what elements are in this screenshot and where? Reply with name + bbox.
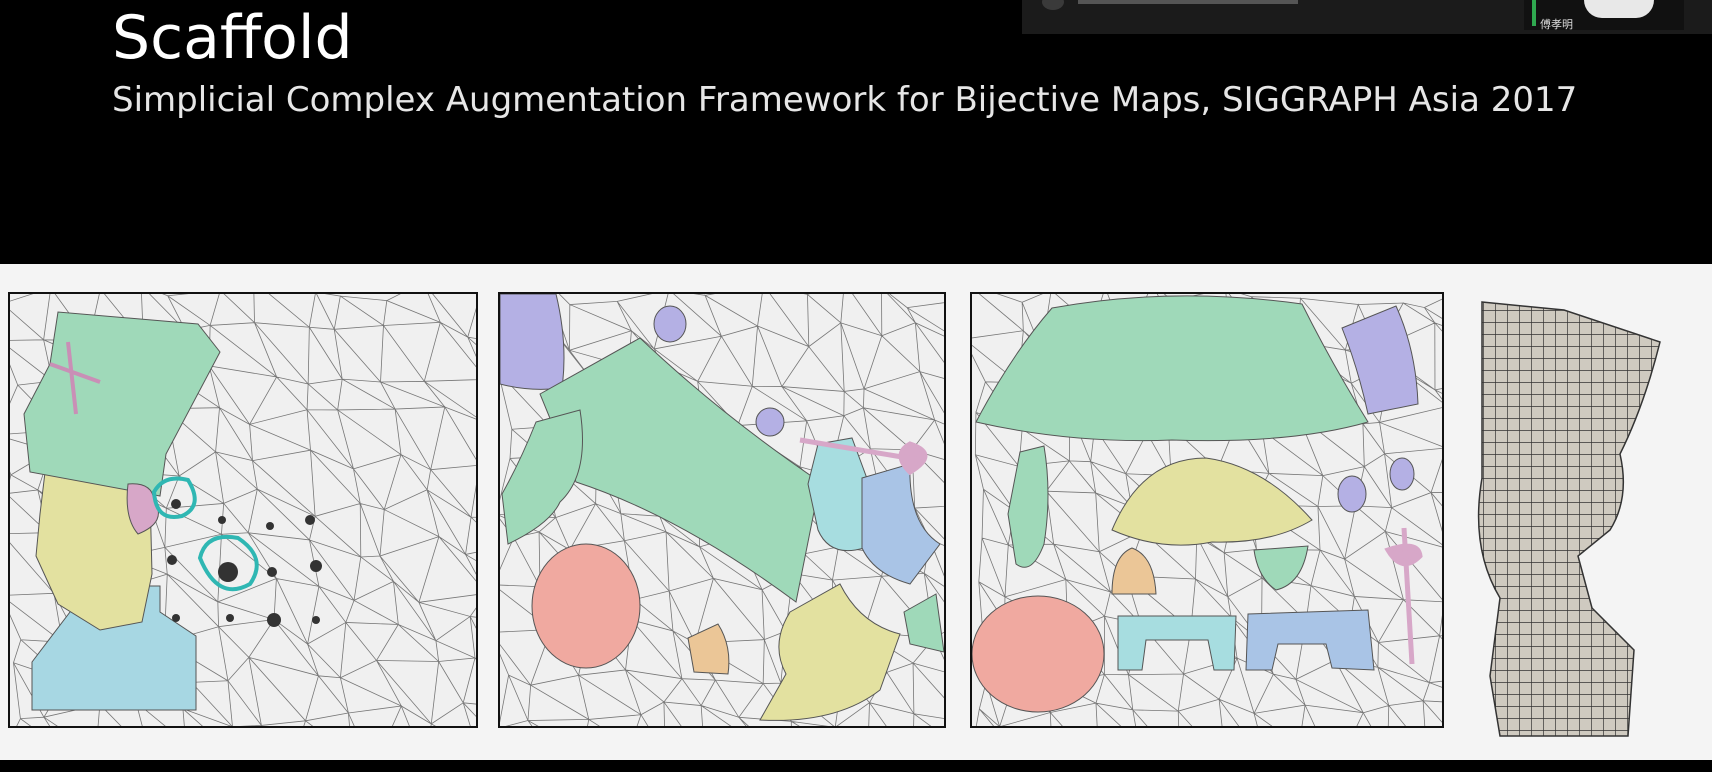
chart-red-disk <box>531 543 641 669</box>
chart-yellow <box>759 583 901 721</box>
presenter-name: 傅孝明 <box>1540 18 1573 31</box>
participant-avatar-icon <box>1042 0 1064 10</box>
chart-purple-spot <box>653 305 687 343</box>
chart-green-small <box>1007 445 1049 568</box>
chart-purple-spot <box>1337 475 1367 513</box>
chart-purple-spot <box>1389 457 1415 491</box>
chart-purple-spot <box>755 407 785 437</box>
chart-orange <box>1111 547 1157 595</box>
chart-cyan <box>1117 615 1237 671</box>
checker-textured-bust <box>1477 301 1661 737</box>
panel-input-mesh <box>8 292 478 728</box>
chart-purple <box>500 294 565 390</box>
chart-blue <box>861 463 941 585</box>
intermediate-uv-figure <box>500 294 944 726</box>
highlight-ring-small <box>151 476 197 519</box>
participant-caption <box>1078 0 1298 4</box>
presenter-video <box>1584 0 1654 18</box>
panel-textured-result <box>1460 298 1674 738</box>
textured-bust-figure <box>1477 301 1661 737</box>
chart-red-disk <box>972 595 1105 713</box>
chart-pink-ribbon <box>1384 527 1423 665</box>
chart-blue <box>1245 609 1375 671</box>
chart-orange <box>687 623 730 675</box>
chart-green-edge <box>903 593 944 653</box>
chart-yellow <box>1111 457 1313 546</box>
presenter-thumbnail[interactable]: 傅孝明 <box>1524 0 1684 31</box>
input-mesh-figure <box>10 294 476 726</box>
panel-intermediate-uv <box>498 292 946 728</box>
slide-header: Scaffold Simplicial Complex Augmentation… <box>0 0 1712 264</box>
audio-level-icon <box>1532 0 1536 26</box>
slide-subtitle: Simplicial Complex Augmentation Framewor… <box>112 80 1578 120</box>
chart-green-large <box>975 295 1369 442</box>
slide-title: Scaffold <box>112 3 353 73</box>
slide-bottom-bar <box>0 760 1712 772</box>
chart-green-small <box>501 409 583 545</box>
panel-final-uv <box>970 292 1444 728</box>
hole-dots <box>167 499 322 627</box>
final-uv-figure <box>972 294 1442 726</box>
